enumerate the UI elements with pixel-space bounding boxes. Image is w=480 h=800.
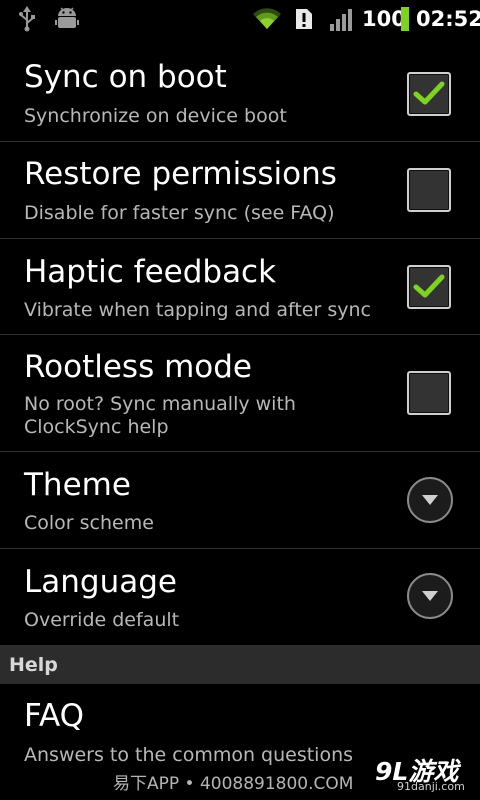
restore-permissions-checkbox[interactable] (407, 168, 451, 212)
settings-list: Sync on boot Synchronize on device boot … (0, 38, 480, 800)
pref-summary: Vibrate when tapping and after sync (24, 299, 371, 321)
android-debug-icon (55, 6, 79, 36)
pref-title: FAQ (24, 698, 85, 734)
pref-restore-permissions[interactable]: Restore permissions Disable for faster s… (0, 142, 480, 239)
checkmark-icon (413, 274, 445, 298)
pref-sync-on-boot[interactable]: Sync on boot Synchronize on device boot (0, 38, 480, 142)
checkmark-icon (413, 81, 445, 105)
battery-icon (401, 7, 409, 35)
pref-title: Theme (24, 467, 131, 503)
pref-title: Haptic feedback (24, 254, 277, 290)
pref-summary: No root? Sync manually with ClockSync he… (24, 393, 296, 438)
haptic-feedback-checkbox[interactable] (407, 265, 451, 309)
watermark-logo: 9L游戏 91danji.com (373, 750, 473, 796)
chevron-down-icon (422, 591, 438, 601)
watermark-text: 易下APP • 4008891800.COM (113, 774, 354, 794)
rootless-mode-checkbox[interactable] (407, 371, 451, 415)
chevron-down-icon (422, 495, 438, 505)
pref-title: Language (24, 564, 177, 600)
theme-dropdown-button[interactable] (407, 477, 453, 523)
alert-icon (294, 8, 314, 34)
signal-icon (330, 9, 354, 35)
usb-icon (17, 6, 37, 36)
pref-summary: Answers to the common questions (24, 744, 354, 766)
clock-time: 02:52 (416, 7, 480, 31)
battery-level: 100 (362, 7, 406, 31)
sync-on-boot-checkbox[interactable] (407, 72, 451, 116)
pref-summary: Synchronize on device boot (24, 105, 287, 127)
pref-title: Rootless mode (24, 349, 252, 385)
pref-title: Restore permissions (24, 156, 337, 192)
pref-summary: Override default (24, 609, 180, 631)
language-dropdown-button[interactable] (407, 573, 453, 619)
pref-summary: Color scheme (24, 512, 154, 534)
category-label: Help (9, 654, 58, 676)
pref-haptic-feedback[interactable]: Haptic feedback Vibrate when tapping and… (0, 239, 480, 335)
pref-summary: Disable for faster sync (see FAQ) (24, 202, 335, 224)
pref-rootless-mode[interactable]: Rootless mode No root? Sync manually wit… (0, 335, 480, 452)
pref-title: Sync on boot (24, 59, 227, 95)
pref-theme[interactable]: Theme Color scheme (0, 452, 480, 549)
logo-url: 91danji.com (397, 780, 465, 793)
category-header-help: Help (0, 646, 480, 684)
pref-language[interactable]: Language Override default (0, 549, 480, 646)
wifi-icon (251, 5, 283, 35)
status-bar: 100 02:52 (0, 0, 480, 38)
